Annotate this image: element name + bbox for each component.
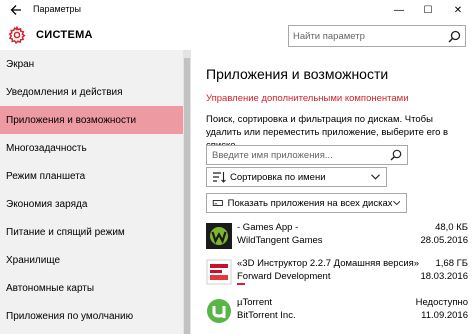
app-name: - Games App - — [237, 222, 299, 233]
sidebar-item-apps-features[interactable]: Приложения и возможности — [0, 106, 183, 134]
manage-optional-features-link[interactable]: Управление дополнительными компонентами — [206, 93, 409, 104]
app-date: 28.05.2016 — [420, 235, 468, 246]
sidebar-item-storage[interactable]: Хранилище — [0, 246, 183, 274]
search-icon[interactable] — [448, 30, 461, 43]
utorrent-icon — [207, 299, 231, 323]
sidebar-item-multitasking[interactable]: Многозадачность — [0, 134, 183, 162]
app-size: 1,68 ГБ — [435, 258, 468, 269]
sort-label: Сортировка по имени — [230, 171, 326, 183]
app-list-item[interactable]: «3D Инструктор 2.2.7 Домашняя версия» Fo… — [206, 257, 468, 291]
app-publisher: Forward Development — [237, 271, 331, 282]
drive-filter-dropdown[interactable]: Показать приложения на всех дисках — [206, 193, 407, 213]
app-list-item[interactable]: - Games App - WildTangent Games 48,0 КБ … — [206, 221, 468, 255]
app-name: «3D Инструктор 2.2.7 Домашняя версия» — [237, 258, 420, 269]
sidebar: Экран Уведомления и действия Приложения … — [0, 50, 183, 334]
sidebar-item-tablet-mode[interactable]: Режим планшета — [0, 162, 183, 190]
sidebar-item-display[interactable]: Экран — [0, 50, 183, 78]
maximize-button[interactable]: ☐ — [413, 0, 443, 20]
close-button[interactable]: ✕ — [443, 0, 473, 20]
search-icon — [390, 149, 402, 161]
sort-icon — [213, 172, 226, 183]
settings-search[interactable] — [288, 25, 466, 47]
sidebar-item-default-apps[interactable]: Приложения по умолчанию — [0, 302, 183, 330]
app-date: 18.03.2016 — [420, 271, 468, 282]
app-publisher: WildTangent Games — [237, 235, 323, 246]
drive-icon — [212, 200, 223, 206]
app-list-item[interactable]: µTorrent BitTorrent Inc. Недоступно 11.0… — [206, 296, 468, 330]
wildtangent-icon — [206, 223, 232, 249]
app-search-input[interactable] — [212, 148, 382, 162]
main-content: Приложения и возможности Управление допо… — [191, 50, 474, 334]
progress-indicator — [237, 283, 245, 285]
drive-filter-label: Показать приложения на всех дисках — [227, 197, 393, 209]
app-publisher: BitTorrent Inc. — [237, 310, 296, 321]
header: СИСТЕМА — [0, 20, 474, 50]
chevron-down-icon — [392, 200, 400, 206]
minimize-button[interactable]: — — [384, 0, 414, 20]
sidebar-scrollbar[interactable] — [183, 50, 191, 334]
app-date: 11.09.2016 — [421, 310, 468, 321]
window-title: Параметры — [33, 4, 81, 14]
app-size: 48,0 КБ — [435, 222, 468, 233]
app-search[interactable] — [206, 145, 408, 165]
sidebar-item-battery-saver[interactable]: Экономия заряда — [0, 190, 183, 218]
section-title: СИСТЕМА — [36, 29, 93, 41]
sidebar-item-offline-maps[interactable]: Автономные карты — [0, 274, 183, 302]
chevron-down-icon — [371, 174, 380, 180]
sidebar-item-notifications[interactable]: Уведомления и действия — [0, 78, 183, 106]
back-arrow-icon[interactable] — [9, 3, 23, 17]
sort-dropdown[interactable]: Сортировка по имени — [206, 167, 387, 187]
app-size: Недоступно — [415, 297, 468, 308]
3d-instructor-icon — [206, 259, 232, 285]
sidebar-item-power-sleep[interactable]: Питание и спящий режим — [0, 218, 183, 246]
app-name: µTorrent — [237, 297, 273, 308]
gear-icon — [8, 26, 26, 44]
sidebar-scroll-thumb[interactable] — [184, 58, 190, 334]
title-bar: Параметры — ☐ ✕ — [0, 0, 474, 20]
settings-search-input[interactable] — [293, 28, 443, 44]
page-title: Приложения и возможности — [206, 66, 389, 82]
